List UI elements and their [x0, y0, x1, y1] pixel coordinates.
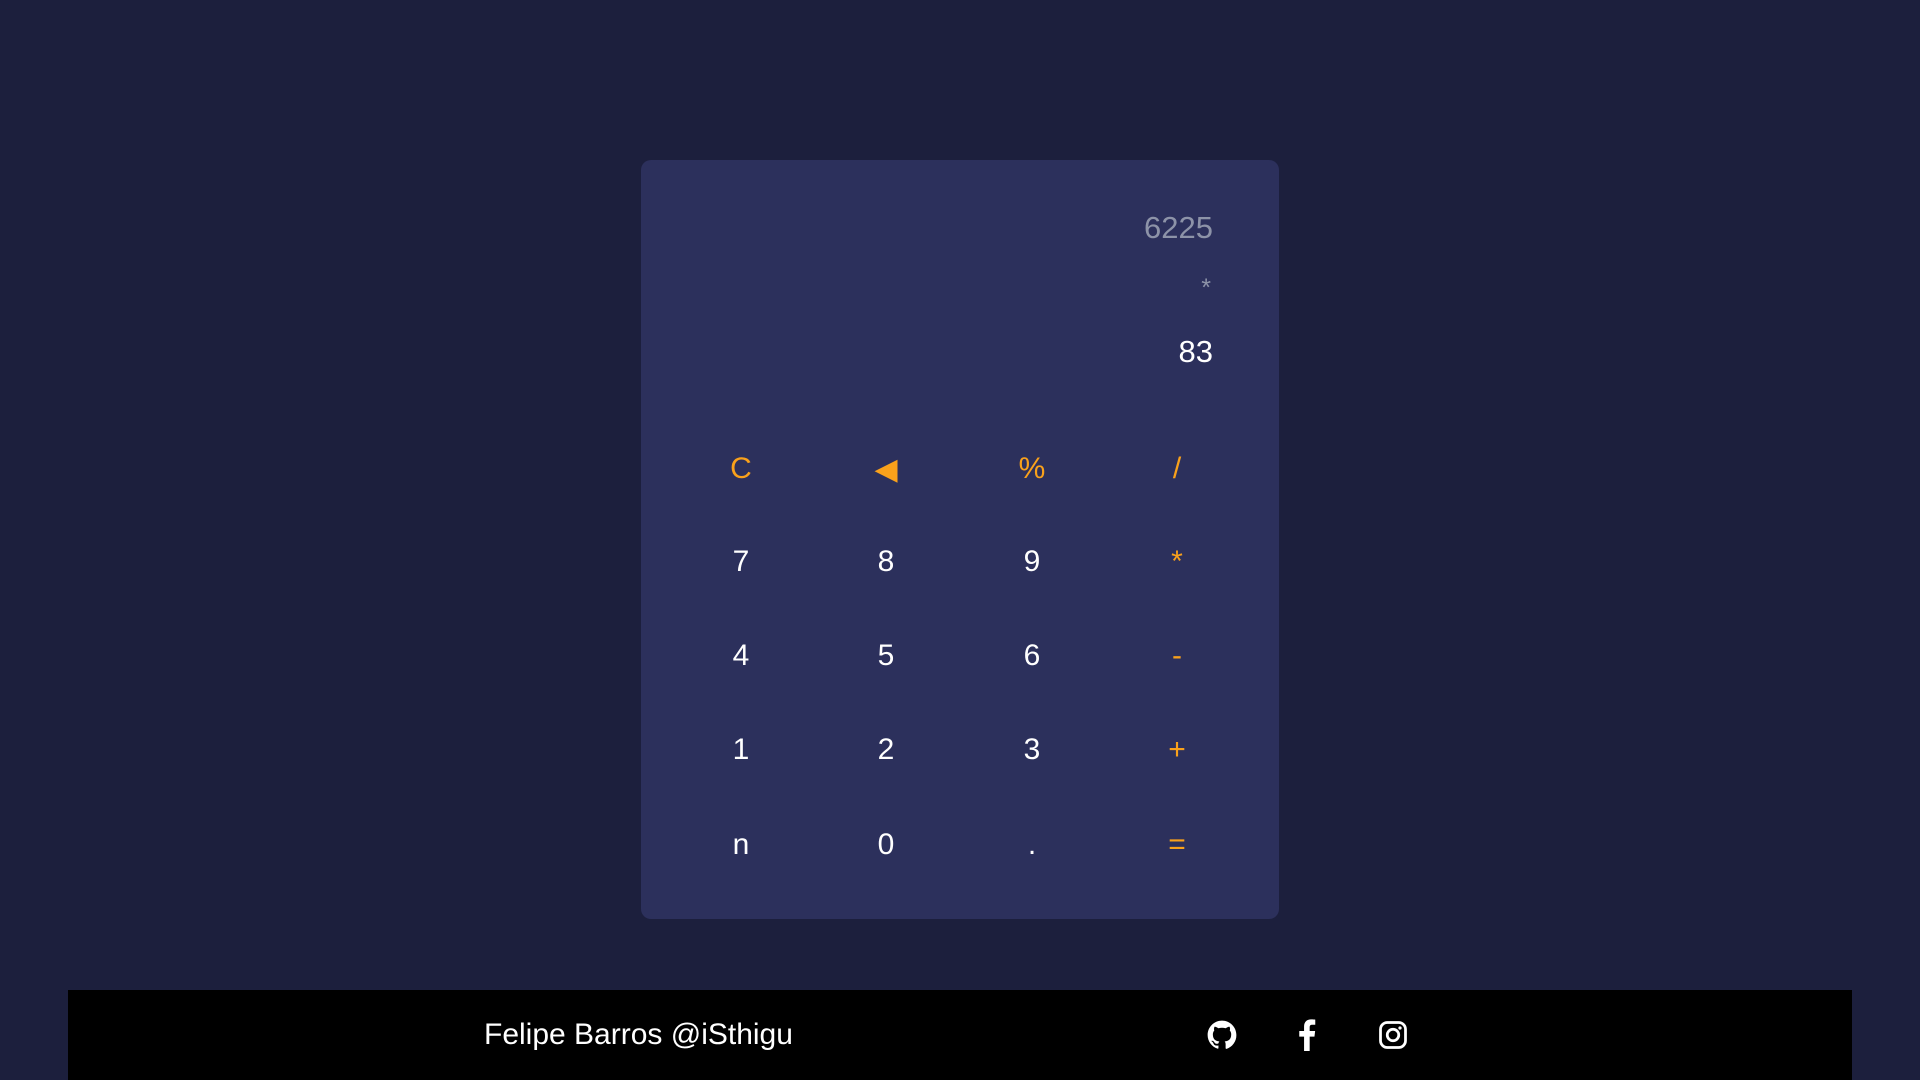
digit-8-button[interactable]: 8 — [836, 532, 936, 592]
digit-6-button[interactable]: 6 — [982, 626, 1082, 686]
digit-2-button[interactable]: 2 — [836, 720, 936, 780]
github-icon — [1207, 1020, 1237, 1049]
clear-button[interactable]: C — [691, 439, 791, 499]
digit-5-button[interactable]: 5 — [836, 626, 936, 686]
github-link[interactable] — [1205, 1018, 1239, 1052]
divide-button[interactable]: / — [1127, 439, 1227, 499]
negate-button[interactable]: n — [691, 815, 791, 875]
percent-button[interactable]: % — [982, 439, 1082, 499]
multiply-button[interactable]: * — [1127, 532, 1227, 592]
calculator: 6225 * 83 C ◀ % / 7 8 9 * 4 5 6 - 1 2 3 … — [641, 160, 1279, 919]
instagram-link[interactable] — [1376, 1018, 1410, 1052]
facebook-icon — [1299, 1019, 1316, 1051]
digit-0-button[interactable]: 0 — [836, 815, 936, 875]
digit-9-button[interactable]: 9 — [982, 532, 1082, 592]
digit-4-button[interactable]: 4 — [691, 626, 791, 686]
author-credit: Felipe Barros @iSthigu — [484, 1018, 793, 1051]
keypad: C ◀ % / 7 8 9 * 4 5 6 - 1 2 3 + n 0 . = — [641, 160, 1279, 919]
digit-7-button[interactable]: 7 — [691, 532, 791, 592]
backspace-button[interactable]: ◀ — [836, 439, 936, 499]
digit-1-button[interactable]: 1 — [691, 720, 791, 780]
equals-button[interactable]: = — [1127, 815, 1227, 875]
digit-3-button[interactable]: 3 — [982, 720, 1082, 780]
footer: Felipe Barros @iSthigu — [68, 990, 1852, 1080]
add-button[interactable]: + — [1127, 720, 1227, 780]
facebook-link[interactable] — [1290, 1018, 1324, 1052]
instagram-icon — [1379, 1021, 1407, 1049]
decimal-button[interactable]: . — [982, 815, 1082, 875]
subtract-button[interactable]: - — [1127, 626, 1227, 686]
